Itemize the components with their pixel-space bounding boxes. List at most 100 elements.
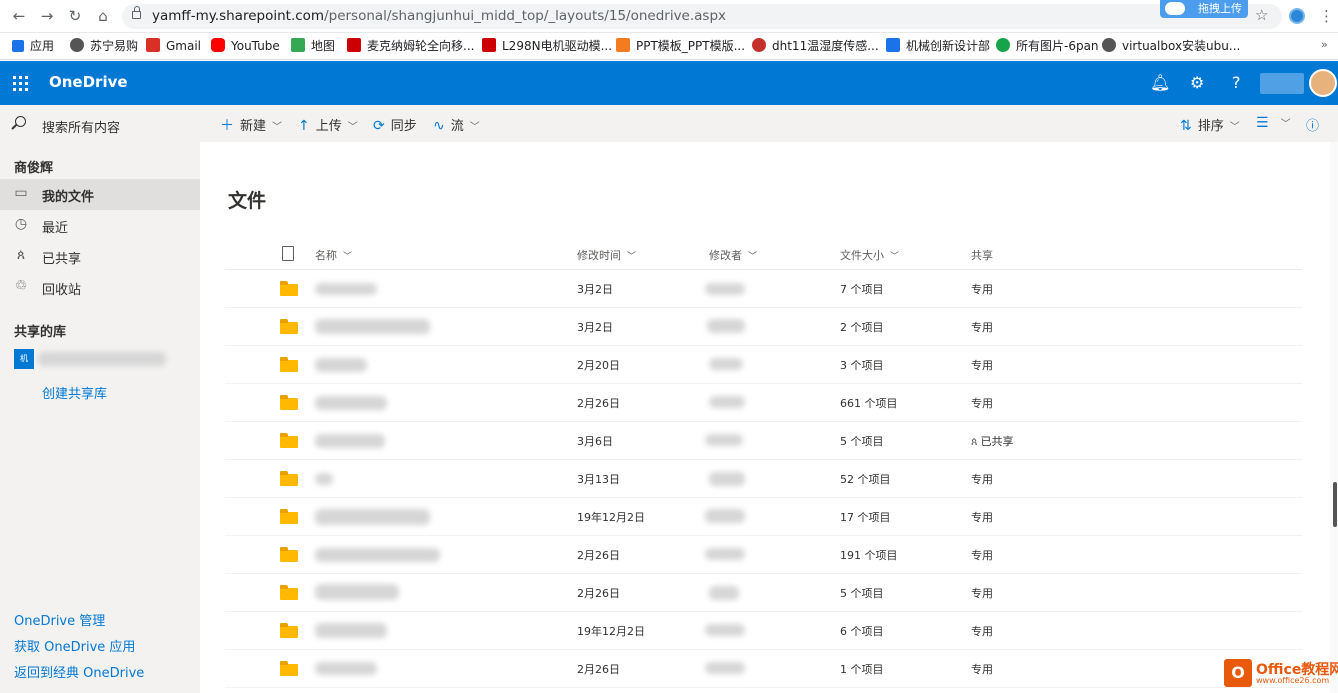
table-row[interactable]: 3月2日 2 个项目 专用 [225,308,1302,346]
column-header-modified[interactable]: 修改时间 ﹀ [577,247,636,263]
table-row[interactable]: 2月20日 3 个项目 专用 [225,346,1302,384]
new-button[interactable]: ＋新建 ﹀ [220,115,282,135]
upload-button[interactable]: ↑ 上传 ﹀ [298,115,358,134]
table-row[interactable]: 3月2日 7 个项目 专用 [225,270,1302,308]
view-options-button[interactable]: ☰ ﹀ [1256,115,1291,131]
sidebar-item-my-files[interactable]: ▭ 我的文件 [0,179,200,210]
table-row[interactable]: 3月13日 52 个项目 专用 [225,460,1302,498]
sync-button[interactable]: ⟳ 同步 [373,115,417,134]
modified-by-blurred [705,548,745,560]
size-cell: 7 个项目 [840,283,884,296]
sidebar-item-shared[interactable]: ጰ 已共享 [0,241,200,272]
modified-by-blurred [709,358,743,370]
youtube-icon [211,38,225,52]
bookmark-item[interactable]: 地图 [291,38,335,54]
library-tile[interactable]: 机 [14,349,34,369]
bookmark-item[interactable]: 所有图片-6pan [996,38,1099,54]
bookmark-item[interactable]: L298N电机驱动模... [482,38,612,54]
file-name-blurred[interactable] [315,548,440,562]
column-header-name[interactable]: 名称 ﹀ [315,247,352,263]
extension-icon[interactable] [1289,8,1305,24]
bookmarks-overflow-icon[interactable]: » [1321,38,1328,51]
table-row[interactable]: 2月26日 5 个项目 专用 [225,574,1302,612]
file-name-blurred[interactable] [315,662,377,675]
home-icon[interactable]: ⌂ [94,7,112,25]
sidebar-item-recent[interactable]: ◷ 最近 [0,210,200,241]
column-header-sharing[interactable]: 共享 [971,247,993,263]
bookmark-item[interactable]: 苏宁易购 [70,38,138,54]
chevron-down-icon: ﹀ [343,252,353,262]
app-brand[interactable]: OneDrive [49,73,128,91]
return-classic-link[interactable]: 返回到经典 OneDrive [14,662,144,681]
bookmark-item[interactable]: YouTube [211,38,280,54]
sharing-cell: 专用 [971,625,993,638]
scrollbar-thumb[interactable] [1333,482,1337,527]
file-name-blurred[interactable] [315,473,333,485]
search-input[interactable]: 搜索所有内容 [42,117,120,136]
gear-icon[interactable]: ⚙ [1190,73,1204,92]
reload-icon[interactable]: ↻ [66,7,84,25]
modified-cell: 2月26日 [577,549,620,562]
modified-cell: 2月20日 [577,359,620,372]
modified-by-blurred [705,624,745,636]
address-bar[interactable]: yamff-my.sharepoint.com/personal/shangju… [122,4,1282,29]
back-arrow-icon[interactable]: ← [10,7,28,25]
recycle-bin-icon: ♲ [14,278,28,294]
forward-arrow-icon[interactable]: → [38,7,56,25]
table-row[interactable]: 19年12月2日 17 个项目 专用 [225,498,1302,536]
sidebar-item-recycle-bin[interactable]: ♲ 回收站 [0,272,200,303]
bookmark-item[interactable]: virtualbox安装ubu... [1102,38,1240,54]
maps-icon [291,38,305,52]
get-onedrive-apps-link[interactable]: 获取 OneDrive 应用 [14,636,135,655]
folder-icon [280,319,298,334]
size-cell: 3 个项目 [840,359,884,372]
table-row[interactable]: 2月26日 191 个项目 专用 [225,536,1302,574]
bookmark-item[interactable]: dht11温湿度传感... [752,38,879,54]
flow-button[interactable]: ∿ 流 ﹀ [433,115,480,134]
size-cell: 191 个项目 [840,549,898,562]
plus-icon: ＋ [220,118,234,134]
avatar[interactable] [1309,69,1337,97]
bookmark-star-icon[interactable]: ☆ [1255,6,1268,24]
library-name-blurred[interactable] [38,352,166,366]
table-row[interactable]: 2月26日 1 个项目 专用 [225,650,1302,688]
search-box[interactable]: 搜索所有内容 [0,105,200,145]
browser-menu-icon[interactable]: ⋮ [1319,7,1334,25]
app-launcher-icon[interactable] [13,76,28,91]
bookmark-item[interactable]: 应用 [12,38,54,54]
modified-cell: 19年12月2日 [577,625,645,638]
create-library-link[interactable]: 创建共享库 [42,383,107,402]
upload-extension-badge[interactable]: 拖拽上传 [1160,0,1248,18]
onedrive-admin-link[interactable]: OneDrive 管理 [14,610,105,629]
table-row[interactable]: 19年12月2日 6 个项目 专用 [225,612,1302,650]
list-view-icon: ☰ [1256,115,1269,131]
chevron-down-icon: ﹀ [890,252,900,262]
column-header-size[interactable]: 文件大小 ﹀ [840,247,899,263]
modified-by-blurred [709,396,745,408]
sharing-cell: 专用 [971,397,993,410]
info-icon[interactable]: ⓘ [1306,115,1319,134]
file-name-blurred[interactable] [315,584,399,600]
file-name-blurred[interactable] [315,434,385,448]
file-name-blurred[interactable] [315,396,387,410]
sort-button[interactable]: ⇅ 排序 ﹀ [1180,115,1240,134]
file-name-blurred[interactable] [315,509,430,525]
folder-icon [280,395,298,410]
table-row[interactable]: 2月26日 661 个项目 专用 [225,384,1302,422]
bookmark-item[interactable]: Gmail [146,38,201,54]
file-name-blurred[interactable] [315,319,430,334]
sharing-cell: 专用 [971,359,993,372]
file-name-blurred[interactable] [315,623,387,638]
folder-icon [280,661,298,676]
chevron-down-icon: ﹀ [627,252,637,262]
bookmark-item[interactable]: 机械创新设计部 [886,38,990,54]
table-row[interactable]: 3月6日 5 个项目 ጰ 已共享 [225,422,1302,460]
file-name-blurred[interactable] [315,283,377,295]
bell-icon[interactable]: 🔔︎ [1150,73,1170,92]
file-name-blurred[interactable] [315,358,367,372]
bookmark-item[interactable]: 麦克纳姆轮全向移... [347,38,474,54]
help-icon[interactable]: ? [1232,73,1241,92]
column-header-modified-by[interactable]: 修改者 ﹀ [709,247,757,263]
bookmark-item[interactable]: PPT模板_PPT模版... [616,38,745,54]
vertical-scrollbar[interactable] [1330,142,1338,693]
